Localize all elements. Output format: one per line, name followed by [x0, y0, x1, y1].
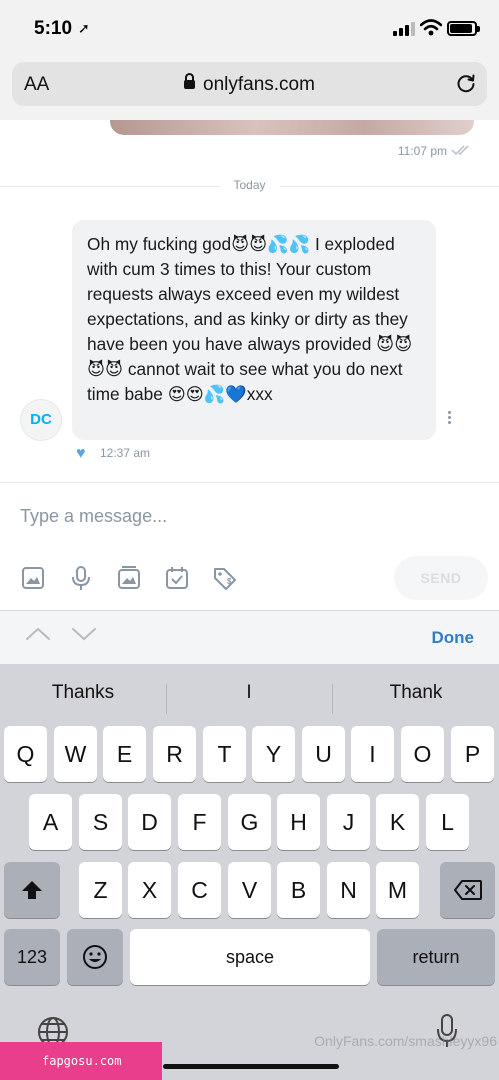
chat-thread: 11:07 pm Today Oh my fucking god😈😈💦💦 I e…: [0, 120, 499, 482]
key-x[interactable]: X: [128, 862, 171, 918]
backspace-key[interactable]: [440, 862, 495, 918]
wifi-icon: [420, 19, 442, 36]
url-text: onlyfans.com: [203, 74, 315, 95]
day-divider: Today: [0, 178, 499, 194]
suggestion-bar: Thanks I Thank: [0, 672, 499, 714]
image-icon[interactable]: [20, 565, 46, 591]
key-c[interactable]: C: [178, 862, 221, 918]
svg-text:$: $: [227, 577, 232, 586]
keyboard-accessory-bar: Done: [0, 610, 499, 664]
message-bubble[interactable]: Oh my fucking god😈😈💦💦 I exploded with cu…: [72, 220, 436, 440]
watermark-text: OnlyFans.com/smashleyyx96: [314, 1033, 497, 1049]
key-b[interactable]: B: [277, 862, 320, 918]
key-u[interactable]: U: [302, 726, 345, 782]
key-g[interactable]: G: [228, 794, 271, 850]
space-key[interactable]: space: [130, 929, 370, 985]
key-l[interactable]: L: [426, 794, 469, 850]
url-display[interactable]: onlyfans.com: [12, 73, 487, 96]
calendar-icon[interactable]: [164, 565, 190, 591]
key-a[interactable]: A: [29, 794, 72, 850]
key-z[interactable]: Z: [79, 862, 122, 918]
suggestion-item[interactable]: I: [166, 672, 332, 714]
suggestion-item[interactable]: Thank: [333, 672, 499, 714]
microphone-icon[interactable]: [68, 565, 94, 591]
key-q[interactable]: Q: [4, 726, 47, 782]
message-time: 12:37 am: [100, 446, 151, 460]
chevron-up-icon[interactable]: [24, 625, 52, 643]
key-n[interactable]: N: [327, 862, 370, 918]
lock-icon: [184, 73, 196, 89]
message-input[interactable]: [20, 505, 480, 527]
location-arrow-icon: ➚: [78, 20, 90, 36]
home-indicator[interactable]: [163, 1064, 339, 1069]
key-w[interactable]: W: [54, 726, 97, 782]
double-check-icon: [451, 145, 469, 156]
key-r[interactable]: R: [153, 726, 196, 782]
suggestion-item[interactable]: Thanks: [0, 672, 166, 714]
key-j[interactable]: J: [327, 794, 370, 850]
key-t[interactable]: T: [203, 726, 246, 782]
shift-icon: [22, 880, 42, 899]
return-key[interactable]: return: [377, 929, 495, 985]
key-p[interactable]: P: [451, 726, 494, 782]
heart-icon[interactable]: ♥: [76, 445, 86, 463]
previous-media-message[interactable]: [110, 120, 474, 135]
avatar[interactable]: DC: [20, 399, 62, 441]
numbers-key[interactable]: 123: [4, 929, 60, 985]
key-o[interactable]: O: [401, 726, 444, 782]
emoji-key[interactable]: [67, 929, 123, 985]
key-h[interactable]: H: [277, 794, 320, 850]
shift-key[interactable]: [4, 862, 60, 918]
key-k[interactable]: K: [376, 794, 419, 850]
status-time: 5:10: [34, 18, 73, 39]
media-vault-icon[interactable]: [116, 565, 142, 591]
key-y[interactable]: Y: [252, 726, 295, 782]
battery-icon: [447, 21, 480, 36]
key-i[interactable]: I: [351, 726, 394, 782]
chevron-down-icon[interactable]: [70, 625, 98, 643]
previous-message-time: 11:07 pm: [398, 144, 473, 158]
browser-toolbar: AA onlyfans.com: [0, 58, 499, 120]
day-label: Today: [219, 178, 280, 192]
key-m[interactable]: M: [376, 862, 419, 918]
key-e[interactable]: E: [103, 726, 146, 782]
more-options-icon[interactable]: [446, 410, 454, 426]
cellular-signal-icon: [393, 22, 415, 36]
key-v[interactable]: V: [228, 862, 271, 918]
status-bar: 5:10 ➚: [0, 0, 499, 58]
emoji-icon: [83, 944, 107, 969]
done-button[interactable]: Done: [432, 628, 475, 648]
price-tag-icon[interactable]: $: [212, 565, 238, 591]
watermark-badge: fapgosu.com: [0, 1042, 162, 1080]
key-f[interactable]: F: [178, 794, 221, 850]
backspace-icon: [453, 879, 482, 900]
key-d[interactable]: D: [128, 794, 171, 850]
reload-icon[interactable]: [455, 72, 477, 94]
keyboard: Thanks I Thank Q W E R T Y U I O P A S D…: [0, 664, 499, 1080]
send-button[interactable]: SEND: [394, 556, 488, 600]
message-composer: $ SEND: [0, 482, 499, 610]
address-bar[interactable]: AA onlyfans.com: [12, 62, 487, 106]
key-s[interactable]: S: [79, 794, 122, 850]
